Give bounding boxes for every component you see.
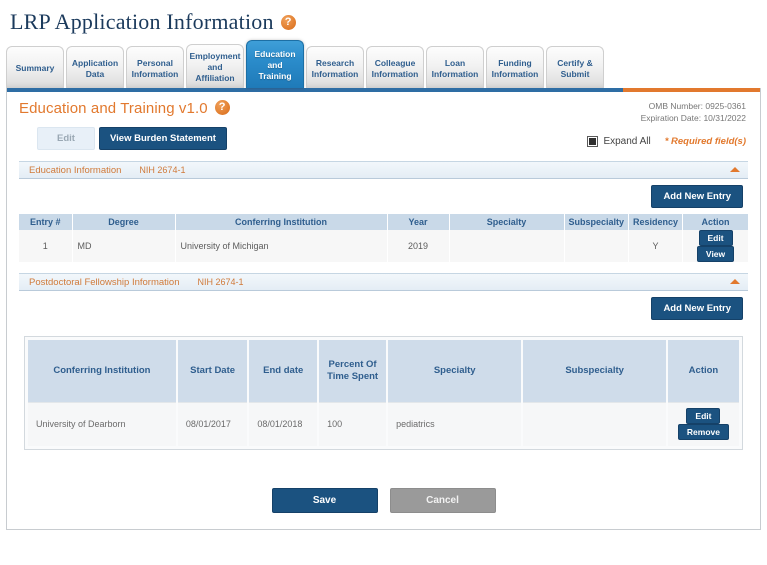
- tab-label: Colleague Information: [371, 57, 419, 79]
- education-add-entry-strip: Add New Entry: [19, 179, 748, 214]
- cell-residency: Y: [628, 230, 684, 262]
- tab-certify-and-submit[interactable]: Certify & Submit: [546, 46, 604, 88]
- cell-start-date: 08/01/2017: [176, 401, 250, 446]
- education-section-label: Education Information: [29, 164, 122, 176]
- expand-all-checkbox[interactable]: [587, 136, 599, 147]
- column-end-date: End date: [248, 340, 320, 402]
- tab-label: Personal Information: [131, 57, 179, 79]
- postdoc-section-form-number: NIH 2674-1: [197, 277, 244, 287]
- column-subspecialty: Subspecialty: [564, 214, 630, 230]
- panel-body: Education and Training v1.0 ? OMB Number…: [7, 92, 760, 513]
- cell-specialty: pediatrics: [387, 401, 524, 446]
- education-table: Entry # Degree Conferring Institution Ye…: [19, 214, 748, 262]
- tab-label: Education and Training: [254, 49, 296, 81]
- cell-year: 2019: [387, 230, 450, 262]
- cell-end-date: 08/01/2018: [248, 401, 320, 446]
- tab-research-information[interactable]: Research Information: [306, 46, 364, 88]
- column-subspecialty: Subspecialty: [522, 340, 668, 402]
- page-title: LRP Application Information: [10, 9, 274, 34]
- tab-label: Employment and Affiliation: [189, 51, 241, 83]
- column-conferring-institution: Conferring Institution: [28, 340, 178, 402]
- education-add-new-entry-button[interactable]: Add New Entry: [651, 185, 743, 208]
- column-entry-number: Entry #: [19, 214, 73, 230]
- cell-specialty: [449, 230, 565, 262]
- edit-button[interactable]: Edit: [37, 127, 95, 150]
- tab-education-and-training[interactable]: Education and Training: [246, 40, 304, 88]
- postdoc-table-wrapper: Conferring Institution Start Date End da…: [24, 336, 743, 450]
- column-year: Year: [387, 214, 450, 230]
- content-panel: Education and Training v1.0 ? OMB Number…: [6, 88, 761, 530]
- omb-expiration-date: Expiration Date: 10/31/2022: [640, 113, 746, 123]
- education-table-head: Entry # Degree Conferring Institution Ye…: [19, 214, 748, 230]
- education-information-section-header[interactable]: Education Information NIH 2674-1: [19, 161, 748, 179]
- column-percent-of-time-spent: Percent Of Time Spent: [318, 340, 389, 402]
- application-page: LRP Application Information ? Summary Ap…: [0, 0, 767, 565]
- footer-buttons: Save Cancel: [19, 488, 748, 513]
- education-table-header-row: Entry # Degree Conferring Institution Ye…: [19, 214, 748, 230]
- tab-loan-information[interactable]: Loan Information: [426, 46, 484, 88]
- omb-number: OMB Number: 0925-0361: [648, 101, 746, 111]
- cell-degree: MD: [72, 230, 176, 262]
- tab-label: Certify & Submit: [557, 57, 593, 79]
- education-row-edit-button[interactable]: Edit: [698, 230, 733, 246]
- cell-action: EditRemove: [666, 401, 739, 446]
- postdoc-add-entry-strip: Add New Entry: [19, 291, 748, 326]
- cell-subspecialty: [522, 401, 668, 446]
- tab-summary[interactable]: Summary: [6, 46, 64, 88]
- collapse-up-arrow-icon[interactable]: [730, 279, 740, 284]
- omb-info: OMB Number: 0925-0361 Expiration Date: 1…: [641, 100, 746, 124]
- column-action: Action: [682, 214, 748, 230]
- postdoc-section-label: Postdoctoral Fellowship Information: [29, 276, 180, 288]
- column-action: Action: [666, 340, 739, 402]
- cell-entry-number: 1: [19, 230, 73, 262]
- tab-personal-information[interactable]: Personal Information: [126, 46, 184, 88]
- cancel-button[interactable]: Cancel: [389, 488, 496, 513]
- form-options: Expand All * Required field(s): [587, 136, 746, 147]
- cell-conferring-institution: University of Dearborn: [28, 401, 178, 446]
- tab-funding-information[interactable]: Funding Information: [486, 46, 544, 88]
- table-row: University of Dearborn 08/01/2017 08/01/…: [28, 401, 739, 446]
- postdoc-row-edit-button[interactable]: Edit: [686, 408, 721, 425]
- education-section-form-number: NIH 2674-1: [139, 165, 186, 175]
- tab-label: Summary: [15, 63, 55, 73]
- cell-subspecialty: [564, 230, 630, 262]
- cell-conferring-institution: University of Michigan: [175, 230, 388, 262]
- expand-all-label: Expand All: [603, 136, 651, 147]
- form-help-question-icon[interactable]: ?: [214, 100, 230, 115]
- table-row: 1 MD University of Michigan 2019 Y EditV…: [19, 230, 748, 262]
- tab-bar: Summary Application Data Personal Inform…: [6, 40, 767, 88]
- form-title: Education and Training v1.0: [19, 100, 208, 117]
- column-conferring-institution: Conferring Institution: [175, 214, 388, 230]
- column-residency: Residency: [628, 214, 684, 230]
- required-fields-note: * Required field(s): [664, 136, 746, 147]
- tab-application-data[interactable]: Application Data: [66, 46, 124, 88]
- education-row-view-button[interactable]: View: [696, 246, 735, 262]
- save-button[interactable]: Save: [271, 488, 378, 513]
- column-specialty: Specialty: [387, 340, 524, 402]
- tab-employment-and-affiliation[interactable]: Employment and Affiliation: [186, 44, 244, 88]
- help-question-icon[interactable]: ?: [280, 14, 296, 30]
- postdoc-table-head: Conferring Institution Start Date End da…: [28, 340, 739, 402]
- tab-label: Application Data: [71, 57, 119, 79]
- tab-label: Loan Information: [431, 57, 479, 79]
- page-header: LRP Application Information ?: [0, 0, 767, 38]
- collapse-up-arrow-icon[interactable]: [730, 167, 740, 172]
- postdoc-add-new-entry-button[interactable]: Add New Entry: [651, 297, 743, 320]
- postdoc-row-remove-button[interactable]: Remove: [677, 424, 729, 441]
- education-table-body: 1 MD University of Michigan 2019 Y EditV…: [19, 230, 748, 262]
- postdoc-table-body: University of Dearborn 08/01/2017 08/01/…: [28, 401, 739, 446]
- column-start-date: Start Date: [176, 340, 250, 402]
- cell-action: EditView: [682, 230, 748, 262]
- tab-label: Research Information: [311, 57, 359, 79]
- form-title-row: Education and Training v1.0 ?: [19, 100, 748, 117]
- tab-colleague-information[interactable]: Colleague Information: [366, 46, 424, 88]
- postdoctoral-fellowship-section-header[interactable]: Postdoctoral Fellowship Information NIH …: [19, 273, 748, 291]
- postdoc-table: Conferring Institution Start Date End da…: [28, 340, 739, 446]
- postdoc-table-header-row: Conferring Institution Start Date End da…: [28, 340, 739, 402]
- view-burden-statement-button[interactable]: View Burden Statement: [99, 127, 227, 150]
- tab-label: Funding Information: [491, 57, 539, 79]
- cell-percent-of-time-spent: 100: [318, 401, 389, 446]
- column-degree: Degree: [72, 214, 176, 230]
- column-specialty: Specialty: [449, 214, 565, 230]
